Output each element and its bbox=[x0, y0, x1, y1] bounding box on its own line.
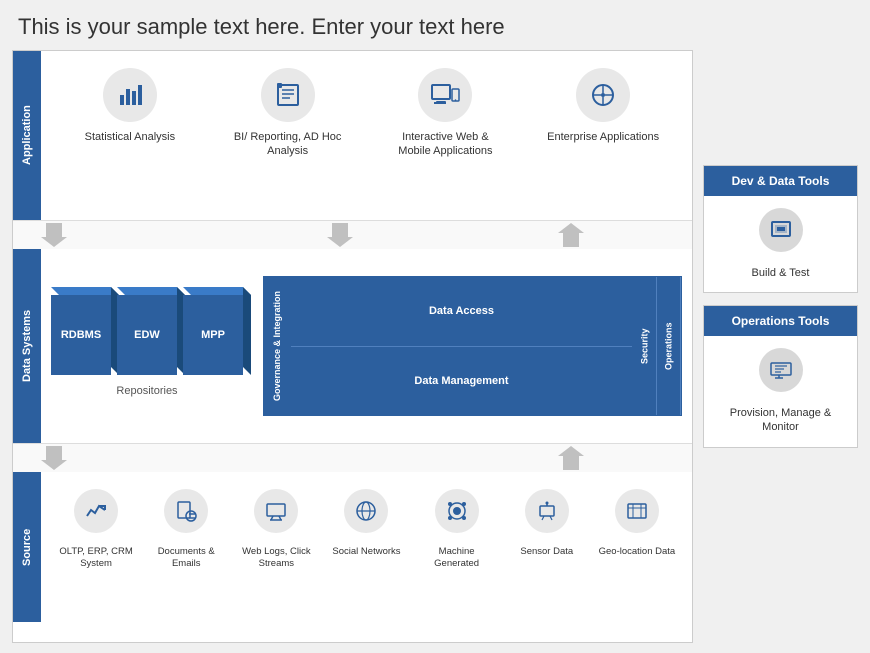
geo-item: Geo-location Data bbox=[597, 489, 677, 558]
enterprise-apps-label: Enterprise Applications bbox=[547, 130, 659, 144]
weblogs-label: Web Logs, Click Streams bbox=[236, 546, 316, 571]
dev-tools-header: Dev & Data Tools bbox=[704, 166, 857, 196]
arrow-down-left2 bbox=[41, 446, 67, 470]
sidebar-spacer-top bbox=[703, 50, 858, 165]
ops-tools-card: Operations Tools Provision, Manage & Mon… bbox=[703, 305, 858, 448]
sidebar-spacer-bottom bbox=[703, 452, 858, 643]
bi-reporting-item: BI/ Reporting, AD Hoc Analysis bbox=[228, 68, 348, 159]
web-mobile-icon bbox=[418, 68, 472, 122]
dev-tools-card: Dev & Data Tools Build & Test bbox=[703, 165, 858, 293]
data-systems-content: RDBMS EDW MPP Repositories Governance & … bbox=[41, 249, 692, 443]
machine-icon bbox=[435, 489, 479, 533]
application-content: Statistical Analysis BI/ Reporting, AD H… bbox=[41, 51, 692, 220]
data-systems-label: Data Systems bbox=[13, 249, 41, 443]
sensor-icon bbox=[525, 489, 569, 533]
repo-section: RDBMS EDW MPP Repositories bbox=[51, 295, 243, 397]
sensor-label: Sensor Data bbox=[520, 546, 573, 558]
web-mobile-label: Interactive Web & Mobile Applications bbox=[385, 130, 505, 159]
data-systems-layer: Data Systems RDBMS EDW MPP Repositories … bbox=[13, 249, 692, 444]
security-col: Security bbox=[633, 277, 657, 415]
social-item: Social Networks bbox=[326, 489, 406, 558]
cube-edw: EDW bbox=[117, 295, 177, 375]
data-platform: Governance & Integration Data Access Dat… bbox=[263, 276, 682, 416]
diagram-container: Application Statistical Analysis BI/ Rep… bbox=[12, 50, 693, 643]
social-icon bbox=[344, 489, 388, 533]
repo-cubes: RDBMS EDW MPP bbox=[51, 295, 243, 375]
docs-label: Documents & Emails bbox=[146, 546, 226, 571]
cube-rdbms: RDBMS bbox=[51, 295, 111, 375]
geo-label: Geo-location Data bbox=[599, 546, 676, 558]
arrow-up-right2 bbox=[558, 446, 584, 470]
arrow-down-left bbox=[41, 223, 67, 247]
geo-icon bbox=[615, 489, 659, 533]
center-cols: Data Access Data Management bbox=[290, 277, 633, 415]
arrow-down-right bbox=[327, 223, 353, 247]
oltp-icon bbox=[74, 489, 118, 533]
data-source-arrows bbox=[13, 444, 692, 472]
docs-icon bbox=[164, 489, 208, 533]
application-layer: Application Statistical Analysis BI/ Rep… bbox=[13, 51, 692, 221]
provision-label: Provision, Manage & Monitor bbox=[714, 406, 847, 435]
sensor-item: Sensor Data bbox=[507, 489, 587, 558]
repos-label: Repositories bbox=[116, 385, 177, 397]
application-label: Application bbox=[13, 51, 41, 220]
page-header: This is your sample text here. Enter you… bbox=[0, 0, 870, 50]
ops-tools-header: Operations Tools bbox=[704, 306, 857, 336]
enterprise-apps-icon bbox=[576, 68, 630, 122]
data-layer-inner: RDBMS EDW MPP Repositories Governance & … bbox=[51, 261, 682, 431]
ops-tools-content: Provision, Manage & Monitor bbox=[704, 336, 857, 447]
machine-item: Machine Generated bbox=[417, 489, 497, 571]
build-test-label: Build & Test bbox=[752, 266, 810, 280]
web-mobile-item: Interactive Web & Mobile Applications bbox=[385, 68, 505, 159]
source-icons-row: OLTP, ERP, CRM System Documents & Emails… bbox=[51, 484, 682, 571]
bi-reporting-icon bbox=[261, 68, 315, 122]
oltp-item: OLTP, ERP, CRM System bbox=[56, 489, 136, 571]
arrow-up-right bbox=[558, 223, 584, 247]
source-label: Source bbox=[13, 472, 41, 622]
governance-col: Governance & Integration bbox=[264, 277, 290, 415]
weblogs-icon bbox=[254, 489, 298, 533]
main-area: Application Statistical Analysis BI/ Rep… bbox=[0, 50, 870, 653]
docs-item: Documents & Emails bbox=[146, 489, 226, 571]
app-icons-row: Statistical Analysis BI/ Reporting, AD H… bbox=[51, 63, 682, 159]
stat-analysis-label: Statistical Analysis bbox=[85, 130, 175, 144]
build-test-icon bbox=[759, 208, 803, 252]
social-label: Social Networks bbox=[332, 546, 400, 558]
stat-analysis-item: Statistical Analysis bbox=[70, 68, 190, 144]
data-access-box: Data Access bbox=[291, 277, 632, 347]
source-layer: Source OLTP, ERP, CRM System Documents &… bbox=[13, 472, 692, 622]
stat-analysis-icon bbox=[103, 68, 157, 122]
bi-reporting-label: BI/ Reporting, AD Hoc Analysis bbox=[228, 130, 348, 159]
oltp-label: OLTP, ERP, CRM System bbox=[56, 546, 136, 571]
right-sidebar: Dev & Data Tools Build & Test Operations… bbox=[703, 50, 858, 643]
cube-mpp: MPP bbox=[183, 295, 243, 375]
provision-icon bbox=[759, 348, 803, 392]
data-mgmt-box: Data Management bbox=[291, 347, 632, 416]
app-data-arrows bbox=[13, 221, 692, 249]
source-content: OLTP, ERP, CRM System Documents & Emails… bbox=[41, 472, 692, 622]
weblogs-item: Web Logs, Click Streams bbox=[236, 489, 316, 571]
enterprise-apps-item: Enterprise Applications bbox=[543, 68, 663, 144]
machine-label: Machine Generated bbox=[417, 546, 497, 571]
dev-tools-content: Build & Test bbox=[704, 196, 857, 292]
operations-col: Operations bbox=[657, 277, 681, 415]
